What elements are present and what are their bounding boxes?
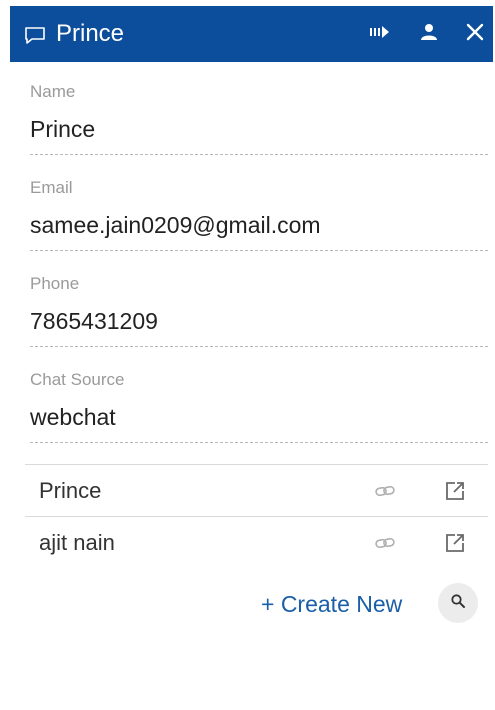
email-value[interactable]: samee.jain0209@gmail.com xyxy=(30,210,321,240)
search-button[interactable] xyxy=(438,583,478,623)
link-icon[interactable] xyxy=(373,479,397,503)
chat-source-value[interactable]: webchat xyxy=(30,402,116,432)
close-button[interactable] xyxy=(461,20,489,48)
search-icon xyxy=(450,593,466,614)
transfer-button[interactable] xyxy=(366,20,394,48)
list-item[interactable]: Prince xyxy=(25,464,488,516)
panel-header: Prince xyxy=(10,6,493,62)
contact-actions: + Create New xyxy=(25,580,488,630)
name-label: Name xyxy=(30,82,76,101)
create-new-button[interactable]: + Create New xyxy=(261,589,402,619)
phone-label: Phone xyxy=(30,274,80,293)
email-underline xyxy=(30,250,488,251)
contact-name: ajit nain xyxy=(39,530,115,555)
close-icon xyxy=(466,23,484,46)
chat-source-underline xyxy=(30,442,488,443)
name-value[interactable]: Prince xyxy=(30,114,95,144)
panel-title: Prince xyxy=(56,20,125,47)
open-external-icon[interactable] xyxy=(443,531,467,555)
email-label: Email xyxy=(30,178,73,197)
user-profile-button[interactable] xyxy=(415,20,443,48)
list-item[interactable]: ajit nain xyxy=(25,516,488,568)
phone-value[interactable]: 7865431209 xyxy=(30,306,158,336)
link-icon[interactable] xyxy=(373,531,397,555)
contact-name: Prince xyxy=(39,478,102,503)
transfer-icon xyxy=(369,24,391,45)
name-underline xyxy=(30,154,488,155)
open-external-icon[interactable] xyxy=(443,479,467,503)
chat-source-label: Chat Source xyxy=(30,370,125,389)
chat-bubble-icon xyxy=(24,26,48,46)
user-icon xyxy=(419,22,439,47)
phone-underline xyxy=(30,346,488,347)
contact-list: Prince ajit nain xyxy=(25,464,488,568)
contact-details-panel: Prince Name Prince Email samee.jain0209@… xyxy=(0,0,495,710)
